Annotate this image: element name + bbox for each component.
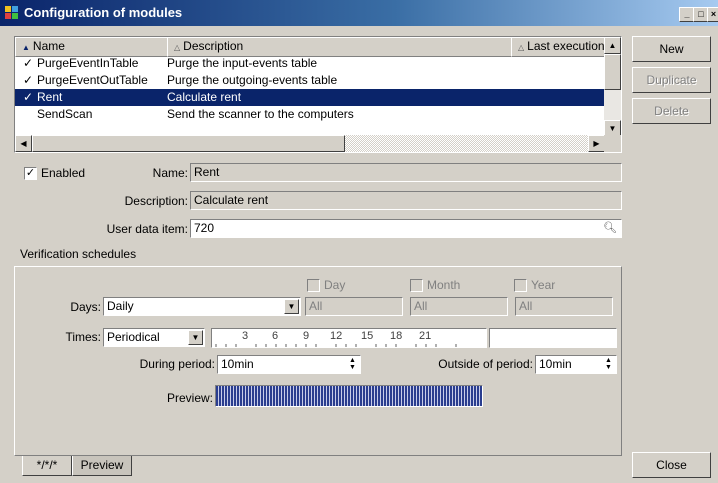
modules-list[interactable]: ▲ Name △ Description △ Last execution ✓ Pur… [14,36,622,153]
ruler-tick-label: 12 [330,330,343,342]
user-data-item-label: User data item: [106,222,188,236]
day-label: Day [324,278,346,292]
spinner-icon[interactable]: ▲ ▼ [602,357,615,372]
preview-label: Preview: [166,391,213,405]
new-button[interactable]: New [632,36,711,62]
month-label: Month [427,278,461,292]
days-label: Days: [70,300,101,314]
chevron-down-icon[interactable]: ▼ [284,299,299,314]
scroll-left-icon[interactable]: ◀ [15,135,32,152]
list-item-selected[interactable]: ✓ Rent Calculate rent [15,89,605,106]
horizontal-scrollbar[interactable]: ◀ ▶ [15,135,605,152]
time-ruler[interactable]: 3 6 9 12 15 18 21 [211,328,487,348]
year-label: Year [531,278,556,292]
ruler-tick-label: 21 [419,330,432,342]
description-label: Description: [124,194,188,208]
search-icon[interactable]: 🔍︎ [603,220,617,237]
user-data-item-field[interactable]: 720 🔍︎ [190,219,622,238]
sort-icon: △ [174,43,181,52]
during-period-label: During period: [139,357,215,371]
verification-schedules-label: Verification schedules [20,247,137,261]
times-label: Times: [65,330,101,344]
scroll-up-icon[interactable]: ▲ [604,37,621,54]
name-label: Name: [152,166,188,180]
times-value-field[interactable] [489,328,617,348]
enabled-label: Enabled [41,166,86,180]
ruler-tick-label: 3 [242,330,249,342]
ruler-tick-label: 9 [303,330,310,342]
during-period-field[interactable]: 10min ▲ ▼ [217,355,361,374]
description-field[interactable]: Calculate rent [190,191,622,210]
sort-asc-icon: ▲ [22,43,30,52]
schedule-panel: Day Month Year Days: Daily ▼ All All All… [14,266,622,456]
ruler-tick-label: 6 [272,330,279,342]
month-field[interactable]: All [410,297,508,316]
schedule-preview-bar [215,385,483,407]
scroll-right-icon[interactable]: ▶ [588,135,605,152]
app-icon [5,6,18,19]
year-checkbox[interactable] [514,279,527,292]
tab-preview[interactable]: Preview [72,456,132,476]
day-checkbox[interactable] [307,279,320,292]
day-field[interactable]: All [305,297,403,316]
check-icon: ✓ [23,56,34,70]
ruler-tick-label: 18 [390,330,403,342]
duplicate-button[interactable]: Duplicate [632,67,711,93]
outside-period-field[interactable]: 10min ▲ ▼ [535,355,617,374]
chevron-down-icon[interactable]: ▼ [188,330,203,345]
sort-icon: △ [518,43,525,52]
ruler-tick-label: 15 [361,330,374,342]
check-icon: ✓ [23,73,34,87]
column-header-last-execution[interactable]: △ Last execution [511,37,613,57]
name-field[interactable]: Rent [190,163,622,182]
times-select[interactable]: Periodical ▼ [103,328,205,347]
scroll-corner [604,135,621,152]
month-checkbox[interactable] [410,279,423,292]
window-title: Configuration of modules [24,5,183,20]
delete-button[interactable]: Delete [632,98,711,124]
enabled-checkbox[interactable]: ✓ [24,167,37,180]
vertical-scrollbar[interactable]: ▲ ▼ [604,37,621,137]
check-icon: ✓ [23,90,34,104]
scroll-thumb[interactable] [32,135,345,152]
list-item[interactable]: ✓ PurgeEventInTable Purge the input-even… [15,55,605,72]
spinner-icon[interactable]: ▲ ▼ [346,357,359,372]
days-select[interactable]: Daily ▼ [103,297,301,316]
close-icon[interactable]: × [707,7,718,22]
scroll-thumb[interactable] [604,54,621,90]
list-item[interactable]: ✓ PurgeEventOutTable Purge the outgoing-… [15,72,605,89]
list-item[interactable]: SendScan Send the scanner to the compute… [15,106,605,123]
title-bar: Configuration of modules _ □ × [0,0,718,26]
column-header-description[interactable]: △ Description [167,37,519,57]
tab-schedule-pattern[interactable]: */*/* [22,456,72,476]
ruler-ticks [215,344,457,347]
column-header-name[interactable]: ▲ Name [15,37,175,57]
year-field[interactable]: All [515,297,613,316]
outside-period-label: Outside of period: [438,357,533,371]
close-button[interactable]: Close [632,452,711,478]
